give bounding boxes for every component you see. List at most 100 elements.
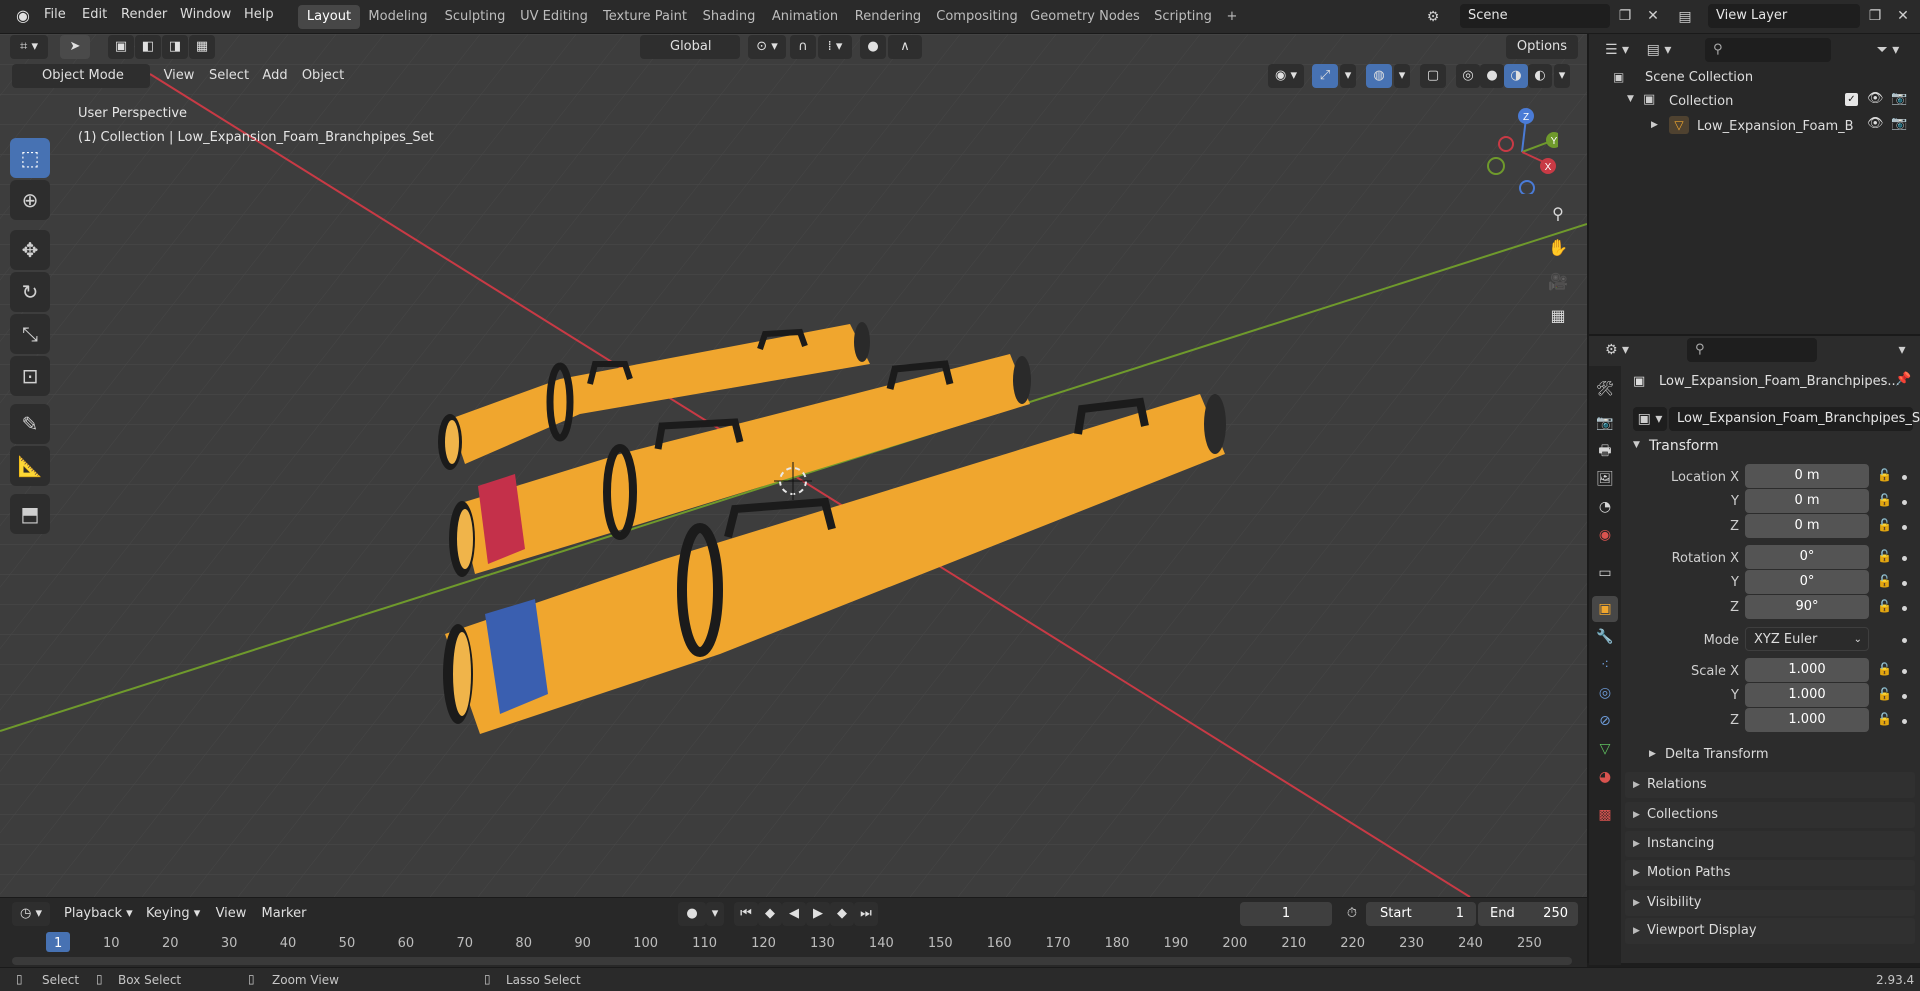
measure-tool-icon[interactable]: 📐 bbox=[10, 446, 50, 486]
next-keyframe-icon[interactable]: ◆ bbox=[830, 902, 854, 926]
shading-rendered-icon[interactable]: ◐ bbox=[1528, 64, 1552, 88]
properties-search-input[interactable]: ⚲ bbox=[1687, 338, 1817, 362]
view-layer-selector-icon[interactable]: ▤ bbox=[1672, 5, 1698, 29]
menu-render[interactable]: Render bbox=[121, 7, 167, 22]
texture-tab-icon[interactable]: ▩ bbox=[1592, 802, 1618, 828]
tab-layout[interactable]: Layout bbox=[298, 5, 360, 29]
scale-y-lock-icon[interactable]: 🔓 bbox=[1877, 687, 1892, 701]
editor-type-button[interactable]: ⌗ ▾ bbox=[10, 35, 48, 59]
new-view-layer-icon[interactable]: ❐ bbox=[1862, 4, 1888, 28]
transform-header[interactable]: Transform bbox=[1649, 438, 1719, 454]
gizmo-toggle-icon[interactable]: ⤢ bbox=[1312, 64, 1338, 88]
scale-x-keyframe-dot[interactable] bbox=[1902, 669, 1907, 674]
location-y-lock-icon[interactable]: 🔓 bbox=[1877, 493, 1892, 507]
keying-dropdown[interactable]: Keying ▾ bbox=[140, 902, 206, 926]
start-frame-field[interactable]: Start 1 bbox=[1366, 902, 1476, 926]
collection-visibility-icon[interactable]: 👁 bbox=[1867, 91, 1884, 106]
location-x-keyframe-dot[interactable] bbox=[1902, 475, 1907, 480]
object-name-field[interactable]: Low_Expansion_Foam_Branchpipes_Set bbox=[1669, 407, 1920, 431]
output-tab-icon[interactable]: 🖶 bbox=[1592, 438, 1618, 464]
collection-label[interactable]: Collection bbox=[1669, 94, 1733, 109]
tab-sculpting[interactable]: Sculpting bbox=[440, 5, 510, 29]
object-mode-dropdown[interactable]: Object Mode bbox=[12, 64, 150, 88]
visibility-section[interactable]: ▶ Visibility bbox=[1625, 890, 1915, 916]
timeline-editor-type-icon[interactable]: ◷ ▾ bbox=[12, 902, 50, 926]
pivot-point-icon[interactable]: ⊙ ▾ bbox=[748, 35, 786, 59]
scale-z-keyframe-dot[interactable] bbox=[1902, 719, 1907, 724]
scene-tab-icon[interactable]: ◔ bbox=[1592, 494, 1618, 520]
rotation-x-keyframe-dot[interactable] bbox=[1902, 556, 1907, 561]
tab-modeling[interactable]: Modeling bbox=[366, 5, 430, 29]
play-reverse-icon[interactable]: ◀ bbox=[782, 902, 806, 926]
shading-dropdown-icon[interactable]: ▾ bbox=[1554, 64, 1570, 88]
tab-scripting[interactable]: Scripting bbox=[1148, 5, 1218, 29]
zoom-view-icon[interactable]: ⚲ bbox=[1542, 198, 1574, 230]
object-data-browse-icon[interactable]: ▣ ▾ bbox=[1633, 407, 1667, 431]
gizmo-dropdown-icon[interactable]: ▾ bbox=[1340, 64, 1356, 88]
use-preview-range-icon[interactable]: ⏱ bbox=[1340, 902, 1364, 926]
playback-dropdown[interactable]: Playback ▾ bbox=[58, 902, 136, 926]
options-dropdown[interactable]: Options bbox=[1506, 35, 1578, 59]
rotation-mode-dropdown[interactable]: XYZ Euler ⌄ bbox=[1745, 627, 1869, 651]
3d-viewport[interactable]: ⌗ ▾ ➤ ▣ ◧ ◨ ▦ Global ⊙ ▾ ∩ ⁞ ▾ ● ∧ Optio… bbox=[0, 34, 1587, 897]
location-z-keyframe-dot[interactable] bbox=[1902, 525, 1907, 530]
transform-orientation-dropdown[interactable]: Global bbox=[640, 35, 740, 59]
add-cube-tool-icon[interactable]: ⬒ bbox=[10, 494, 50, 534]
camera-view-icon[interactable]: 🎥 bbox=[1542, 266, 1574, 298]
timeline-menu-marker[interactable]: Marker bbox=[258, 902, 310, 926]
rotation-y-lock-icon[interactable]: 🔓 bbox=[1877, 574, 1892, 588]
particles-tab-icon[interactable]: ⁖ bbox=[1592, 652, 1618, 678]
shading-wireframe-icon[interactable]: ◎ bbox=[1456, 64, 1480, 88]
viewport-menu-object[interactable]: Object bbox=[298, 64, 348, 88]
gizmo-neg-y[interactable] bbox=[1487, 157, 1505, 175]
motion-paths-section[interactable]: ▶ Motion Paths bbox=[1625, 860, 1915, 886]
rotation-x-lock-icon[interactable]: 🔓 bbox=[1877, 549, 1892, 563]
scale-z-field[interactable]: 1.000 bbox=[1745, 708, 1869, 732]
selection-mode-set-icon[interactable]: ▣ bbox=[108, 35, 134, 59]
rotation-mode-keyframe-dot[interactable] bbox=[1902, 638, 1907, 643]
blender-logo-icon[interactable]: ◉ bbox=[12, 6, 34, 28]
pan-view-icon[interactable]: ✋ bbox=[1542, 232, 1574, 264]
transform-collapse-icon[interactable]: ▼ bbox=[1633, 440, 1640, 450]
menu-help[interactable]: Help bbox=[244, 7, 274, 22]
new-scene-icon[interactable]: ❐ bbox=[1612, 4, 1638, 28]
tool-tab-icon[interactable]: 🛠 bbox=[1592, 376, 1618, 402]
menu-edit[interactable]: Edit bbox=[82, 7, 107, 22]
outliner-search-input[interactable]: ⚲ bbox=[1705, 38, 1831, 62]
constraints-tab-icon[interactable]: ⊘ bbox=[1592, 708, 1618, 734]
record-button[interactable]: ● bbox=[678, 902, 706, 926]
location-y-keyframe-dot[interactable] bbox=[1902, 500, 1907, 505]
location-z-field[interactable]: 0 m bbox=[1745, 514, 1869, 538]
scale-tool-icon[interactable]: ⤡ bbox=[10, 314, 50, 354]
menu-file[interactable]: File bbox=[44, 7, 66, 22]
modifier-tab-icon[interactable]: 🔧 bbox=[1592, 624, 1618, 650]
rotation-y-keyframe-dot[interactable] bbox=[1902, 581, 1907, 586]
properties-options-icon[interactable]: ▾ bbox=[1889, 338, 1915, 362]
select-tool-mode-button[interactable]: ➤ bbox=[60, 35, 90, 59]
scale-y-field[interactable]: 1.000 bbox=[1745, 683, 1869, 707]
cursor-tool-icon[interactable]: ⊕ bbox=[10, 180, 50, 220]
properties-editor-type-icon[interactable]: ⚙ ▾ bbox=[1599, 338, 1635, 362]
prev-keyframe-icon[interactable]: ◆ bbox=[758, 902, 782, 926]
current-frame-field[interactable]: 1 bbox=[1240, 902, 1332, 926]
timeline-menu-view[interactable]: View bbox=[210, 902, 252, 926]
outliner-filter-icon[interactable]: ⏷ ▾ bbox=[1871, 38, 1905, 62]
tab-shading[interactable]: Shading bbox=[698, 5, 760, 29]
world-tab-icon[interactable]: ◉ bbox=[1592, 522, 1618, 548]
instancing-section[interactable]: ▶ Instancing bbox=[1625, 831, 1915, 857]
object-tab-icon[interactable]: ▣ bbox=[1592, 596, 1618, 622]
move-tool-icon[interactable]: ✥ bbox=[10, 230, 50, 270]
overlays-dropdown-icon[interactable]: ▾ bbox=[1394, 64, 1410, 88]
collection-render-icon[interactable]: 📷 bbox=[1891, 91, 1907, 106]
relations-section[interactable]: ▶ Relations bbox=[1625, 772, 1915, 798]
transform-tool-icon[interactable]: ⊡ bbox=[10, 356, 50, 396]
location-y-field[interactable]: 0 m bbox=[1745, 489, 1869, 513]
xray-toggle-icon[interactable]: ▢ bbox=[1420, 64, 1446, 88]
location-x-field[interactable]: 0 m bbox=[1745, 464, 1869, 488]
object-expand-icon[interactable]: ▶ bbox=[1651, 120, 1658, 130]
viewport-menu-select[interactable]: Select bbox=[206, 64, 252, 88]
scene-field[interactable]: Scene bbox=[1460, 4, 1610, 28]
material-tab-icon[interactable]: ◕ bbox=[1592, 764, 1618, 790]
end-frame-field[interactable]: End 250 bbox=[1478, 902, 1578, 926]
pin-icon[interactable]: 📌 bbox=[1895, 372, 1911, 387]
